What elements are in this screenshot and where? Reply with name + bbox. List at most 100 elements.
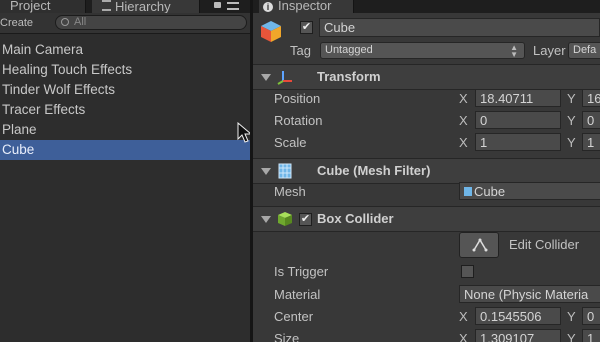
position-x-label: X — [459, 91, 468, 106]
layer-value: Defa — [573, 44, 597, 56]
hierarchy-item-main-camera[interactable]: Main Camera — [0, 40, 250, 60]
box-collider-icon — [278, 212, 292, 226]
mesh-object-field[interactable]: Cube — [459, 182, 600, 200]
mesh-value: Cube — [474, 184, 506, 199]
rotation-y-label: Y — [567, 113, 576, 128]
scale-y-label: Y — [567, 135, 576, 150]
position-y-label: Y — [567, 91, 576, 106]
mesh-label: Mesh — [274, 184, 306, 199]
scale-x-field[interactable]: 1 — [475, 133, 561, 151]
transform-header[interactable]: Transform — [253, 64, 600, 90]
cube-object-icon — [261, 21, 281, 42]
hierarchy-item-tracer-effects[interactable]: Tracer Effects — [0, 100, 250, 120]
tag-dropdown[interactable]: Untagged ▲ ▼ — [320, 42, 525, 59]
layer-label: Layer — [533, 43, 566, 58]
mesh-filter-icon — [278, 163, 292, 179]
position-y-value: 16 — [587, 91, 600, 106]
center-y-value: 0 — [587, 309, 595, 324]
hierarchy-item-cube[interactable]: Cube — [0, 140, 250, 160]
center-y-field[interactable]: 0 — [582, 307, 600, 325]
rotation-y-field[interactable]: 0 — [582, 111, 600, 129]
tab-inspector[interactable]: i Inspector — [259, 0, 354, 13]
is-trigger-label: Is Trigger — [274, 264, 329, 279]
position-x-field[interactable]: 18.40711 — [475, 89, 561, 107]
size-y-value: 1 — [587, 331, 595, 342]
mesh-icon — [464, 187, 472, 196]
info-icon: i — [263, 2, 273, 12]
foldout-arrow-icon[interactable] — [261, 168, 271, 175]
mesh-filter-title: Cube (Mesh Filter) — [317, 163, 431, 178]
tab-project-label: Project — [10, 0, 51, 13]
hierarchy-item-label: Cube — [2, 142, 35, 157]
dropdown-arrows-icon: ▲ ▼ — [510, 43, 518, 59]
hierarchy-toolbar: Create All — [0, 13, 250, 42]
search-icon — [61, 18, 69, 26]
center-x-label: X — [459, 309, 468, 324]
edit-collider-button[interactable] — [459, 232, 499, 258]
is-trigger-checkbox[interactable] — [461, 265, 474, 278]
hierarchy-item-healing-touch-effects[interactable]: Healing Touch Effects — [0, 60, 250, 80]
rotation-x-field[interactable]: 0 — [475, 111, 561, 129]
lock-icon[interactable] — [214, 2, 221, 8]
create-dropdown-button[interactable]: Create — [0, 15, 44, 42]
transform-axes-icon — [277, 71, 292, 85]
hierarchy-panel: Main Camera Healing Touch Effects Tinder… — [0, 34, 253, 342]
rotation-x-value: 0 — [480, 113, 488, 128]
object-name-field[interactable]: Cube — [319, 18, 600, 37]
material-object-field[interactable]: None (Physic Materia — [459, 285, 600, 303]
hierarchy-item-tinder-wolf-effects[interactable]: Tinder Wolf Effects — [0, 80, 250, 100]
edit-collider-icon — [472, 238, 488, 252]
tab-hierarchy-label: Hierarchy — [115, 0, 171, 13]
scale-y-field[interactable]: 1 — [582, 133, 600, 151]
hierarchy-item-label: Healing Touch Effects — [2, 62, 133, 77]
search-placeholder: All — [74, 16, 87, 28]
hierarchy-search-input[interactable]: All — [55, 15, 247, 30]
rotation-x-label: X — [459, 113, 468, 128]
tag-label: Tag — [290, 43, 311, 58]
transform-title: Transform — [317, 69, 381, 84]
size-x-field[interactable]: 1.309107 — [475, 329, 561, 342]
tab-hierarchy[interactable]: Hierarchy — [92, 0, 200, 13]
center-x-value: 0.1545506 — [480, 309, 542, 324]
tag-value: Untagged — [325, 44, 373, 56]
center-x-field[interactable]: 0.1545506 — [475, 307, 561, 325]
layer-dropdown[interactable]: Defa — [568, 42, 600, 59]
hierarchy-icon — [102, 0, 111, 11]
size-x-label: X — [459, 331, 468, 342]
size-y-label: Y — [567, 331, 576, 342]
position-x-value: 18.40711 — [480, 91, 534, 106]
hierarchy-item-label: Plane — [2, 122, 37, 137]
center-y-label: Y — [567, 309, 576, 324]
tab-inspector-label: Inspector — [278, 0, 332, 13]
foldout-arrow-icon[interactable] — [261, 74, 271, 81]
hierarchy-item-label: Tracer Effects — [2, 102, 86, 117]
rotation-y-value: 0 — [587, 113, 595, 128]
scale-x-value: 1 — [480, 135, 488, 150]
foldout-arrow-icon[interactable] — [261, 216, 271, 223]
object-active-checkbox[interactable]: ✔ — [300, 21, 313, 34]
scale-y-value: 1 — [587, 135, 595, 150]
size-y-field[interactable]: 1 — [582, 329, 600, 342]
box-collider-header[interactable]: ✔ Box Collider — [253, 206, 600, 232]
hierarchy-item-label: Tinder Wolf Effects — [2, 82, 116, 97]
scale-x-label: X — [459, 135, 468, 150]
hierarchy-item-label: Main Camera — [2, 42, 84, 57]
size-label: Size — [274, 331, 300, 342]
box-collider-title: Box Collider — [317, 211, 394, 226]
box-collider-enabled-checkbox[interactable]: ✔ — [299, 213, 312, 226]
inspector-panel: ✔ Cube Tag Untagged ▲ ▼ Layer Defa Transf… — [253, 13, 600, 342]
hierarchy-item-plane[interactable]: Plane — [0, 120, 250, 140]
mesh-filter-header[interactable]: Cube (Mesh Filter) — [253, 158, 600, 184]
object-name-value: Cube — [324, 20, 356, 35]
position-label: Position — [274, 91, 321, 106]
create-label: Create — [0, 17, 34, 29]
tab-project[interactable]: Project — [0, 0, 86, 13]
material-value: None (Physic Materia — [464, 287, 589, 302]
size-x-value: 1.309107 — [480, 331, 535, 342]
position-y-field[interactable]: 16 — [582, 89, 600, 107]
edit-collider-label: Edit Collider — [509, 237, 580, 252]
panel-menu-icon[interactable] — [227, 2, 239, 10]
rotation-label: Rotation — [274, 113, 323, 128]
editor-tab-strip: Project Hierarchy i Inspector — [0, 0, 600, 13]
center-label: Center — [274, 309, 314, 324]
